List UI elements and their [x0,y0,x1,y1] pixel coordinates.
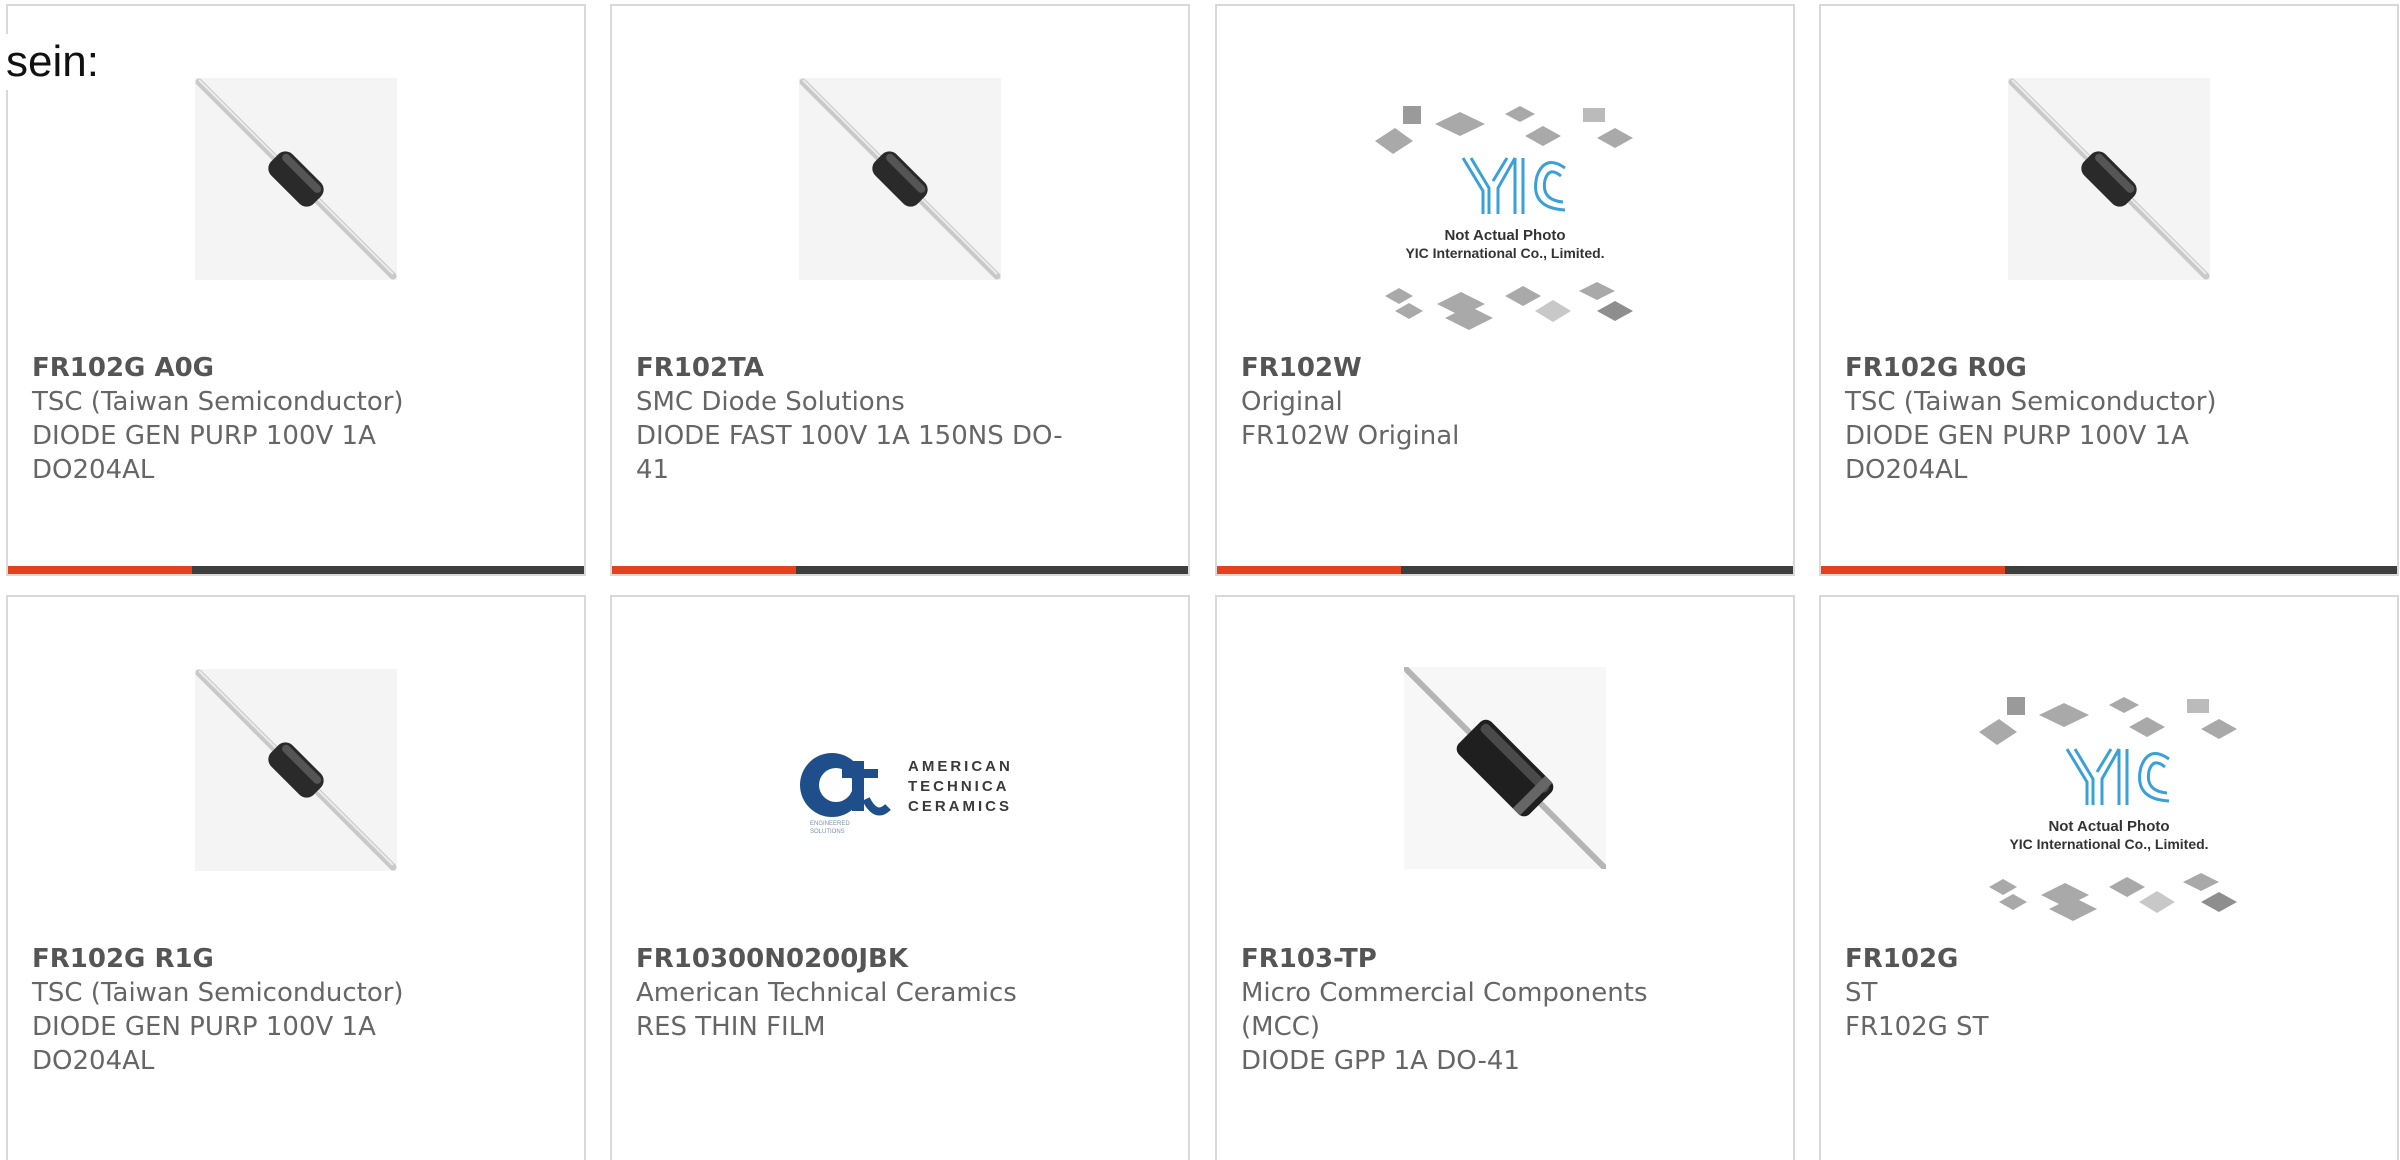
card-accent-bar [1217,566,1793,574]
description: DIODE GEN PURP 100V 1A DO204AL [32,1012,376,1076]
description: DIODE GEN PURP 100V 1A DO204AL [32,421,376,485]
product-card[interactable]: Not Actual Photo YIC International Co., … [1819,595,2399,1160]
intro-text: sein: [6,34,99,90]
yic-caption-line2: YIC International Co., Limited. [2009,836,2208,852]
manufacturer: Original [1241,387,1343,417]
part-number[interactable]: FR10300N0200JBK [636,942,1066,976]
manufacturer: TSC (Taiwan Semiconductor) [1845,387,2217,417]
part-number[interactable]: FR102G [1845,942,2275,976]
product-card[interactable]: Not Actual Photo YIC International Co., … [1215,4,1795,576]
manufacturer: ST [1845,978,1878,1008]
part-number[interactable]: FR103-TP [1241,942,1671,976]
yic-caption-line1: Not Actual Photo [2048,818,2169,835]
manufacturer: Micro Commercial Components (MCC) [1241,978,1648,1042]
product-card[interactable]: FR102G R0G TSC (Taiwan Semiconductor) DI… [1819,4,2399,576]
part-number[interactable]: FR102G R1G [32,942,462,976]
product-image-axial-diode[interactable] [799,78,1001,280]
product-image-atc-logo[interactable]: ENGINEERED SOLUTIONS AMERICAN TECHNICAL … [790,727,1010,847]
part-number[interactable]: FR102G A0G [32,351,462,385]
part-number[interactable]: FR102W [1241,351,1671,385]
yic-caption-line1: Not Actual Photo [1444,227,1565,244]
product-card[interactable]: FR102G R1G TSC (Taiwan Semiconductor) DI… [6,595,586,1160]
description: RES THIN FILM [636,1012,826,1042]
description: DIODE GEN PURP 100V 1A DO204AL [1845,421,2189,485]
card-accent-bar [8,566,584,574]
card-accent-bar [1821,566,2397,574]
product-image-axial-diode[interactable] [195,78,397,280]
atc-word-1: AMERICAN [908,758,1010,775]
product-image-axial-diode-large[interactable] [1404,667,1606,869]
manufacturer: SMC Diode Solutions [636,387,905,417]
description: FR102W Original [1241,421,1460,451]
part-number[interactable]: FR102G R0G [1845,351,2275,385]
product-image-axial-diode[interactable] [2008,78,2210,280]
atc-word-2: TECHNICAL [908,778,1010,795]
description: DIODE FAST 100V 1A 150NS DO-41 [636,421,1063,485]
product-image-yic-placeholder[interactable]: Not Actual Photo YIC International Co., … [1365,96,1645,346]
product-card[interactable]: ENGINEERED SOLUTIONS AMERICAN TECHNICAL … [610,595,1190,1160]
manufacturer: TSC (Taiwan Semiconductor) [32,978,404,1008]
svg-text:SOLUTIONS: SOLUTIONS [810,829,845,835]
product-card[interactable]: FR102TA SMC Diode Solutions DIODE FAST 1… [610,4,1190,576]
yic-caption-line2: YIC International Co., Limited. [1405,245,1604,261]
description: FR102G ST [1845,1012,1989,1042]
manufacturer: American Technical Ceramics [636,978,1017,1008]
product-image-axial-diode[interactable] [195,669,397,871]
product-image-yic-placeholder[interactable]: Not Actual Photo YIC International Co., … [1969,687,2249,937]
manufacturer: TSC (Taiwan Semiconductor) [32,387,404,417]
description: DIODE GPP 1A DO-41 [1241,1046,1520,1076]
card-accent-bar [612,566,1188,574]
atc-word-3: CERAMICS [908,798,1010,815]
part-number[interactable]: FR102TA [636,351,1066,385]
product-card[interactable]: FR103-TP Micro Commercial Components (MC… [1215,595,1795,1160]
svg-text:ENGINEERED: ENGINEERED [810,821,850,827]
